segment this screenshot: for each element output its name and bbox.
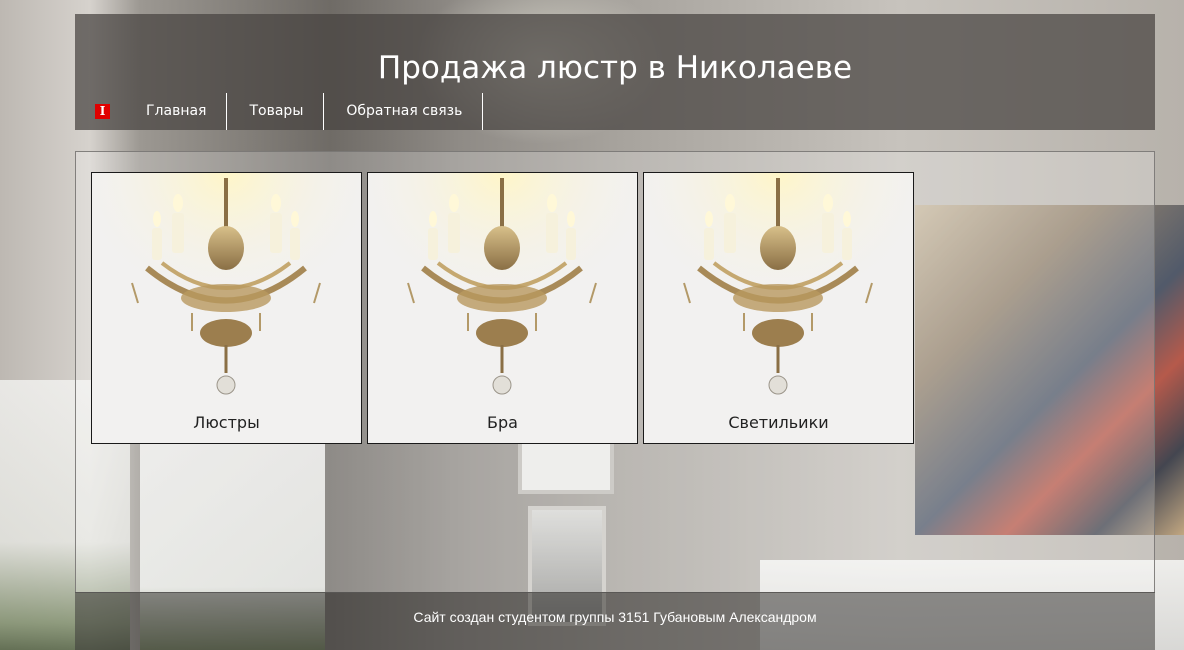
content-panel: Люстры Бра Светильики: [75, 151, 1155, 593]
category-label: Светильики: [728, 413, 829, 432]
site-logo-icon[interactable]: I: [95, 104, 110, 119]
category-card-lamps[interactable]: Светильики: [643, 172, 914, 444]
footer-text: Сайт создан студентом группы 3151 Губано…: [413, 609, 817, 625]
category-card-chandeliers[interactable]: Люстры: [91, 172, 362, 444]
nav-item-home[interactable]: Главная: [124, 93, 228, 130]
chandelier-image: [644, 173, 913, 408]
chandelier-image: [368, 173, 637, 408]
main-nav: I Главная Товары Обратная связь: [75, 93, 484, 130]
chandelier-image: [92, 173, 361, 408]
nav-item-products[interactable]: Товары: [227, 93, 325, 130]
site-header: Продажа люстр в Николаеве I Главная Това…: [75, 14, 1155, 130]
site-title: Продажа люстр в Николаеве: [377, 50, 853, 86]
category-label: Бра: [487, 413, 518, 432]
category-label: Люстры: [193, 413, 260, 432]
site-footer: Сайт создан студентом группы 3151 Губано…: [75, 592, 1155, 650]
category-card-sconces[interactable]: Бра: [367, 172, 638, 444]
nav-item-feedback[interactable]: Обратная связь: [324, 93, 484, 130]
